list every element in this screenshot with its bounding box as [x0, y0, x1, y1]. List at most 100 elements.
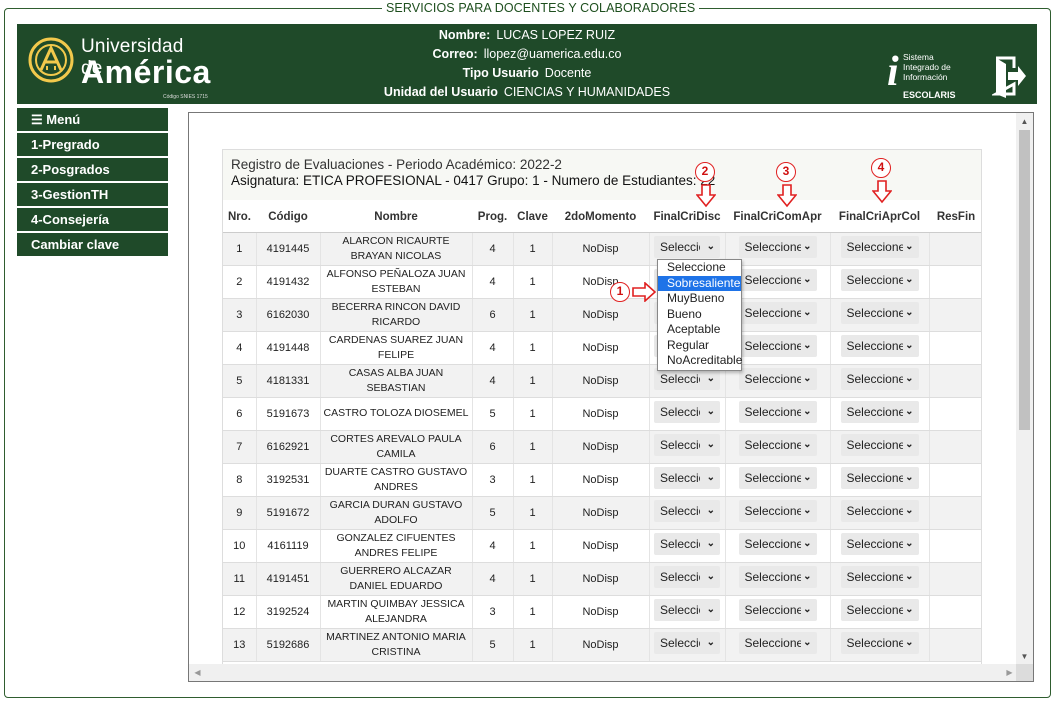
select-value: Seleccione [744, 405, 801, 419]
select-value: Seleccione [846, 636, 903, 650]
horizontal-scrollbar[interactable]: ◀ ▶ [189, 664, 1018, 681]
vertical-scrollbar[interactable]: ▲ ▼ [1016, 113, 1033, 665]
select-finalcridisc[interactable]: Seleccione ⌄ [654, 632, 720, 654]
header-banner: Universidad de América Código SNIES 1715… [17, 24, 1037, 104]
select-finalcriaprcol[interactable]: Seleccione ⌄ [840, 467, 919, 489]
select-finalcriaprcol[interactable]: Seleccione ⌄ [840, 302, 919, 324]
dropdown-option[interactable]: NoAcreditable [658, 353, 742, 369]
select-finalcridisc[interactable]: Seleccione ⌄ [654, 566, 720, 588]
select-finalcricomapr[interactable]: Seleccione ⌄ [738, 467, 817, 489]
cell-finalcriaprcol: Seleccione ⌄ [830, 595, 930, 629]
select-finalcricomapr[interactable]: Seleccione ⌄ [738, 401, 817, 423]
select-finalcridisc[interactable]: Seleccione ⌄ [654, 236, 720, 258]
cell-finalcriaprcol: Seleccione ⌄ [830, 430, 930, 464]
select-value: Seleccione [660, 438, 700, 452]
vertical-scroll-thumb[interactable] [1019, 130, 1030, 430]
dropdown-option[interactable]: MuyBueno [658, 291, 741, 307]
cell-clave: 1 [513, 364, 553, 398]
select-finalcridisc[interactable]: Seleccione ⌄ [654, 368, 720, 390]
cell-prog: 4 [472, 265, 514, 299]
chevron-down-icon: ⌄ [803, 307, 812, 318]
select-finalcricomapr[interactable]: Seleccione ⌄ [738, 632, 817, 654]
cell-nombre: CORTES AREVALO PAULA CAMILA [320, 430, 473, 464]
select-value: Seleccione [744, 438, 801, 452]
select-finalcricomapr[interactable]: Seleccione ⌄ [738, 335, 817, 357]
select-value: Seleccione [744, 471, 801, 485]
cell-codigo: 4191432 [256, 265, 321, 299]
cell-finalcridisc: Seleccione ⌄ [649, 430, 726, 464]
logout-icon[interactable] [992, 54, 1028, 98]
cell-prog: 4 [472, 331, 514, 365]
cell-clave: 1 [513, 463, 553, 497]
menu-item-gestionth[interactable]: 3-GestionTH [17, 183, 168, 206]
select-value: Seleccione [660, 405, 700, 419]
select-finalcricomapr[interactable]: Seleccione ⌄ [738, 302, 817, 324]
select-value: Seleccione [660, 504, 700, 518]
scroll-left-icon[interactable]: ◀ [189, 664, 206, 681]
select-finalcricomapr[interactable]: Seleccione ⌄ [738, 500, 817, 522]
dropdown-option[interactable]: Regular [658, 338, 741, 354]
select-value: Seleccione [846, 438, 903, 452]
chevron-down-icon: ⌄ [803, 439, 812, 450]
select-finalcriaprcol[interactable]: Seleccione ⌄ [840, 632, 919, 654]
select-finalcriaprcol[interactable]: Seleccione ⌄ [840, 500, 919, 522]
scroll-up-icon[interactable]: ▲ [1016, 113, 1033, 130]
cell-codigo: 4191448 [256, 331, 321, 365]
cell-codigo: 6162030 [256, 298, 321, 332]
menu-item-pregrado[interactable]: 1-Pregrado [17, 133, 168, 156]
chevron-down-icon: ⌄ [905, 307, 914, 318]
select-finalcriaprcol[interactable]: Seleccione ⌄ [840, 236, 919, 258]
select-finalcricomapr[interactable]: Seleccione ⌄ [738, 269, 817, 291]
cell-finalcriaprcol: Seleccione ⌄ [830, 232, 930, 266]
select-finalcriaprcol[interactable]: Seleccione ⌄ [840, 566, 919, 588]
select-finalcridisc[interactable]: Seleccione ⌄ [654, 401, 720, 423]
menu-item-cambiar-clave[interactable]: Cambiar clave [17, 233, 168, 256]
cell-nombre: GONZALEZ CIFUENTES ANDRES FELIPE [320, 529, 473, 563]
select-finalcridisc[interactable]: Seleccione ⌄ [654, 599, 720, 621]
dropdown-option[interactable]: Aceptable [658, 322, 741, 338]
select-finalcricomapr[interactable]: Seleccione ⌄ [738, 533, 817, 555]
select-finalcricomapr[interactable]: Seleccione ⌄ [738, 368, 817, 390]
menu-item-consejeria[interactable]: 4-Consejería [17, 208, 168, 231]
menu-item-posgrados[interactable]: 2-Posgrados [17, 158, 168, 181]
scroll-down-icon[interactable]: ▼ [1016, 648, 1033, 665]
cell-nro: 5 [223, 364, 257, 398]
cell-codigo: 5191672 [256, 496, 321, 530]
select-finalcridisc[interactable]: Seleccione ⌄ [654, 533, 720, 555]
select-finalcriaprcol[interactable]: Seleccione ⌄ [840, 401, 919, 423]
cell-resfin [929, 430, 981, 464]
cell-resfin [929, 628, 981, 662]
select-finalcridisc[interactable]: Seleccione ⌄ [654, 467, 720, 489]
course-info: Asignatura: ETICA PROFESIONAL - 0417 Gru… [231, 173, 716, 188]
cell-nro: 11 [223, 562, 257, 596]
cell-nombre: DUARTE CASTRO GUSTAVO ANDRES [320, 463, 473, 497]
grade-dropdown-list[interactable]: Seleccione Sobresaliente MuyBueno Bueno … [657, 259, 742, 371]
select-finalcriaprcol[interactable]: Seleccione ⌄ [840, 335, 919, 357]
cell-finalcriaprcol: Seleccione ⌄ [830, 397, 930, 431]
select-finalcricomapr[interactable]: Seleccione ⌄ [738, 236, 817, 258]
select-finalcriaprcol[interactable]: Seleccione ⌄ [840, 599, 919, 621]
cell-finalcriaprcol: Seleccione ⌄ [830, 496, 930, 530]
select-finalcriaprcol[interactable]: Seleccione ⌄ [840, 269, 919, 291]
user-type-value: Docente [544, 66, 592, 80]
email-label: Correo: [432, 47, 478, 61]
select-finalcricomapr[interactable]: Seleccione ⌄ [738, 434, 817, 456]
annotation-marker: 4 [871, 158, 891, 178]
arrow-right-icon [632, 282, 657, 302]
select-finalcricomapr[interactable]: Seleccione ⌄ [738, 599, 817, 621]
select-value: Seleccione [846, 504, 903, 518]
dropdown-option[interactable]: Bueno [658, 307, 741, 323]
select-finalcridisc[interactable]: Seleccione ⌄ [654, 500, 720, 522]
dropdown-option-highlighted[interactable]: Sobresaliente [658, 275, 741, 291]
select-finalcriaprcol[interactable]: Seleccione ⌄ [840, 434, 919, 456]
menu-toggle-button[interactable]: ☰ Menú [17, 108, 168, 131]
select-finalcriaprcol[interactable]: Seleccione ⌄ [840, 368, 919, 390]
select-finalcridisc[interactable]: Seleccione ⌄ [654, 434, 720, 456]
select-finalcriaprcol[interactable]: Seleccione ⌄ [840, 533, 919, 555]
dropdown-option[interactable]: Seleccione [658, 260, 741, 276]
user-type-label: Tipo Usuario [462, 66, 539, 80]
cell-2domomento: NoDisp [552, 397, 650, 431]
cell-clave: 1 [513, 397, 553, 431]
chevron-down-icon: ⌄ [803, 604, 812, 615]
select-finalcricomapr[interactable]: Seleccione ⌄ [738, 566, 817, 588]
